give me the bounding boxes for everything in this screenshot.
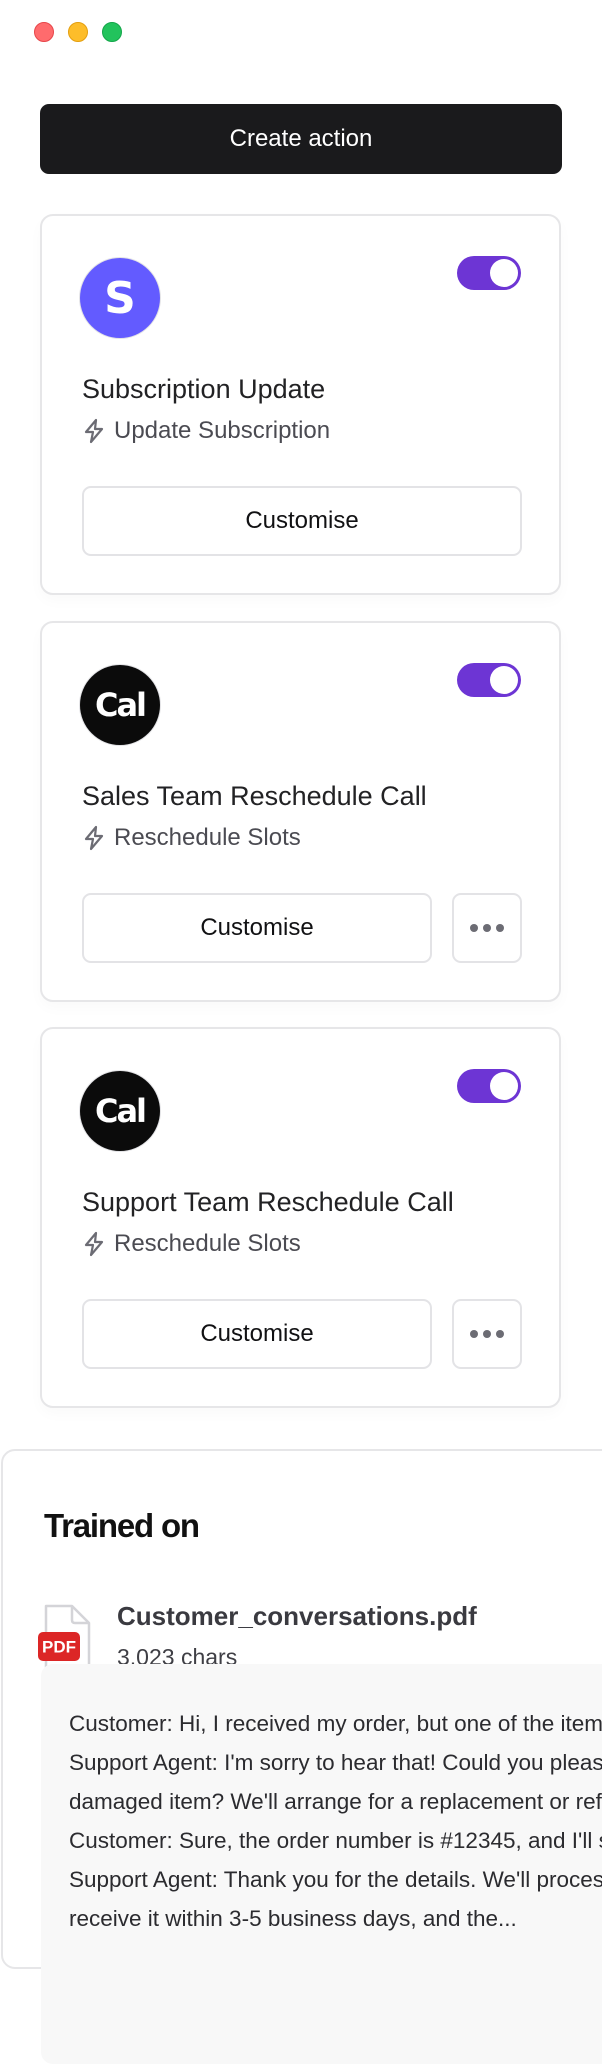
toggle-knob (490, 1072, 518, 1100)
toggle-knob (490, 666, 518, 694)
preview-line: damaged item? We'll arrange for a replac… (69, 1789, 602, 1814)
action-title: Support Team Reschedule Call (82, 1187, 454, 1217)
action-enabled-toggle[interactable] (457, 256, 521, 290)
cal-logo-icon: Cal (80, 665, 160, 745)
customise-button[interactable]: Customise (82, 486, 522, 556)
zap-icon (82, 418, 106, 444)
action-subtitle-text: Update Subscription (114, 417, 331, 444)
zap-icon (82, 825, 106, 851)
action-card: Cal Sales Team Reschedule Call Reschedul… (40, 621, 561, 1002)
file-preview: Customer: Hi, I received my order, but o… (41, 1664, 602, 2064)
close-window-button[interactable] (34, 22, 54, 42)
trained-on-panel: Trained on PDF Customer_conversations.pd… (1, 1449, 602, 2064)
action-subtitle: Update Subscription (82, 417, 330, 445)
preview-text: Customer: Hi, I received my order, but o… (69, 1704, 602, 1938)
preview-line: Customer: Hi, I received my order, but o… (69, 1711, 602, 1736)
more-options-button[interactable] (452, 1299, 522, 1369)
cal-logo-icon: Cal (80, 1071, 160, 1151)
more-options-button[interactable] (452, 893, 522, 963)
action-subtitle-text: Reschedule Slots (114, 1230, 301, 1257)
action-enabled-toggle[interactable] (457, 663, 521, 697)
preview-line: receive it within 3-5 business days, and… (69, 1906, 517, 1931)
action-card: S Subscription Update Update Subscriptio… (40, 214, 561, 595)
maximize-window-button[interactable] (102, 22, 122, 42)
action-title: Sales Team Reschedule Call (82, 781, 427, 811)
customise-button[interactable]: Customise (82, 893, 432, 963)
customise-button[interactable]: Customise (82, 1299, 432, 1369)
preview-line: Support Agent: Thank you for the details… (69, 1867, 602, 1892)
window-controls (34, 22, 122, 42)
preview-line: Support Agent: I'm sorry to hear that! C… (69, 1750, 602, 1775)
preview-line: Customer: Sure, the order number is #123… (69, 1828, 602, 1853)
stripe-logo-icon: S (80, 258, 160, 338)
action-subtitle-text: Reschedule Slots (114, 824, 301, 851)
minimize-window-button[interactable] (68, 22, 88, 42)
trained-on-heading: Trained on (44, 1507, 200, 1544)
action-subtitle: Reschedule Slots (82, 824, 301, 852)
action-enabled-toggle[interactable] (457, 1069, 521, 1103)
file-name[interactable]: Customer_conversations.pdf (117, 1601, 477, 1632)
action-subtitle: Reschedule Slots (82, 1230, 301, 1258)
toggle-knob (490, 259, 518, 287)
create-action-button[interactable]: Create action (40, 104, 562, 174)
zap-icon (82, 1231, 106, 1257)
action-title: Subscription Update (82, 374, 326, 404)
action-card: Cal Support Team Reschedule Call Resched… (40, 1027, 561, 1408)
more-horizontal-icon (470, 1330, 504, 1338)
more-horizontal-icon (470, 924, 504, 932)
pdf-badge: PDF (42, 1638, 76, 1657)
